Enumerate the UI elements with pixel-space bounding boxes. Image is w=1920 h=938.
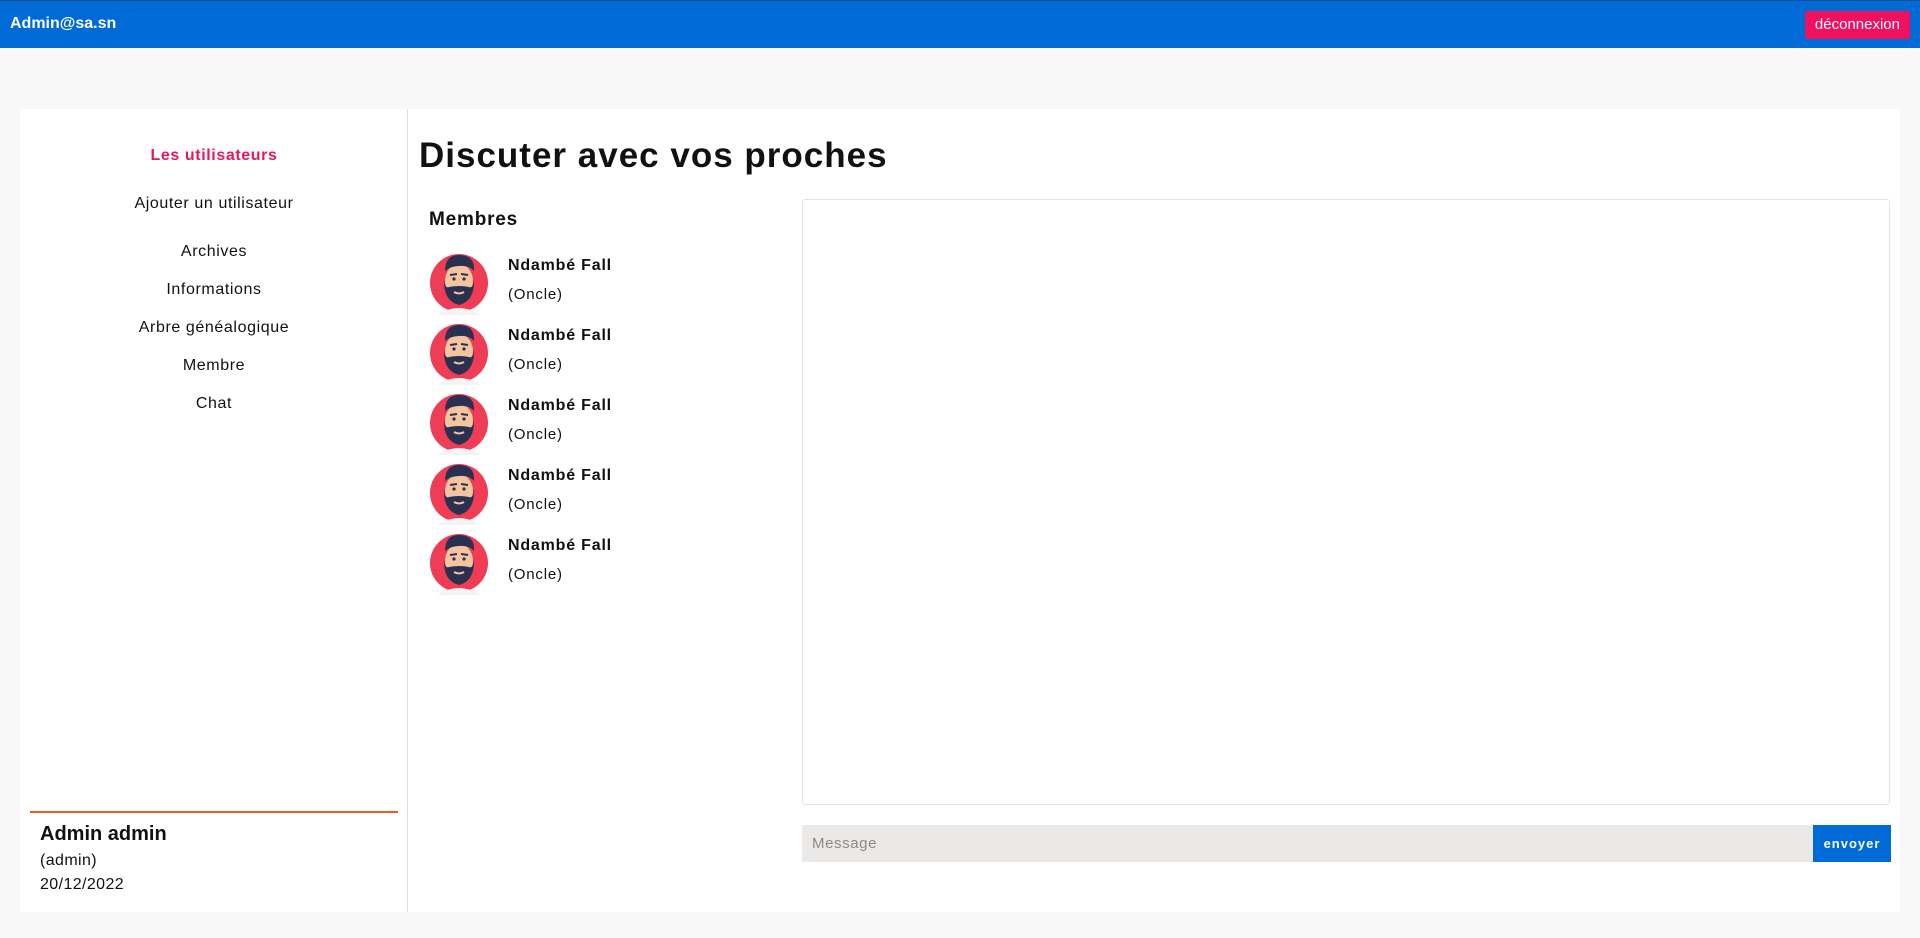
member-name: Ndambé Fall xyxy=(508,467,612,484)
sidebar-item-archives[interactable]: Archives xyxy=(20,243,408,261)
member-name: Ndambé Fall xyxy=(508,397,612,414)
member-relation: (Oncle) xyxy=(508,356,563,373)
member-item[interactable]: Ndambé Fall (Oncle) xyxy=(429,459,759,525)
user-email: Admin@sa.sn xyxy=(10,15,117,32)
user-profile: Admin admin (admin) 20/12/2022 xyxy=(30,811,398,894)
profile-name: Admin admin xyxy=(40,823,167,845)
profile-date: 20/12/2022 xyxy=(40,876,125,893)
sidebar-item-chat[interactable]: Chat xyxy=(20,395,408,413)
profile-role: (admin) xyxy=(40,852,98,869)
member-name: Ndambé Fall xyxy=(508,327,612,344)
member-relation: (Oncle) xyxy=(508,496,563,513)
member-relation: (Oncle) xyxy=(508,566,563,583)
member-item[interactable]: Ndambé Fall (Oncle) xyxy=(429,319,759,385)
member-name: Ndambé Fall xyxy=(508,537,612,554)
sidebar-item-informations[interactable]: Informations xyxy=(20,281,408,299)
member-relation: (Oncle) xyxy=(508,426,563,443)
sidebar-item-member[interactable]: Membre xyxy=(20,357,408,375)
member-name: Ndambé Fall xyxy=(508,257,612,274)
chat-messages-area[interactable] xyxy=(802,199,1890,805)
bearded-man-avatar-icon xyxy=(430,324,488,385)
bearded-man-avatar-icon xyxy=(430,534,488,595)
logout-button[interactable]: déconnexion xyxy=(1804,11,1910,39)
members-heading: Membres xyxy=(429,209,519,230)
message-input[interactable] xyxy=(802,825,1814,862)
member-item[interactable]: Ndambé Fall (Oncle) xyxy=(429,389,759,455)
member-item[interactable]: Ndambé Fall (Oncle) xyxy=(429,529,759,595)
sidebar-item-add-user[interactable]: Ajouter un utilisateur xyxy=(20,195,408,213)
sidebar-item-users[interactable]: Les utilisateurs xyxy=(20,147,408,165)
top-navbar: Admin@sa.sn déconnexion xyxy=(0,0,1920,48)
member-item[interactable]: Ndambé Fall (Oncle) xyxy=(429,249,759,315)
sidebar: Les utilisateurs Ajouter un utilisateur … xyxy=(20,109,408,912)
bearded-man-avatar-icon xyxy=(430,464,488,525)
send-button[interactable]: envoyer xyxy=(1813,825,1891,862)
sidebar-item-family-tree[interactable]: Arbre généalogique xyxy=(20,319,408,337)
main-card: Les utilisateurs Ajouter un utilisateur … xyxy=(20,109,1900,912)
bearded-man-avatar-icon xyxy=(430,254,488,315)
member-relation: (Oncle) xyxy=(508,286,563,303)
page-title: Discuter avec vos proches xyxy=(419,136,888,175)
bearded-man-avatar-icon xyxy=(430,394,488,455)
